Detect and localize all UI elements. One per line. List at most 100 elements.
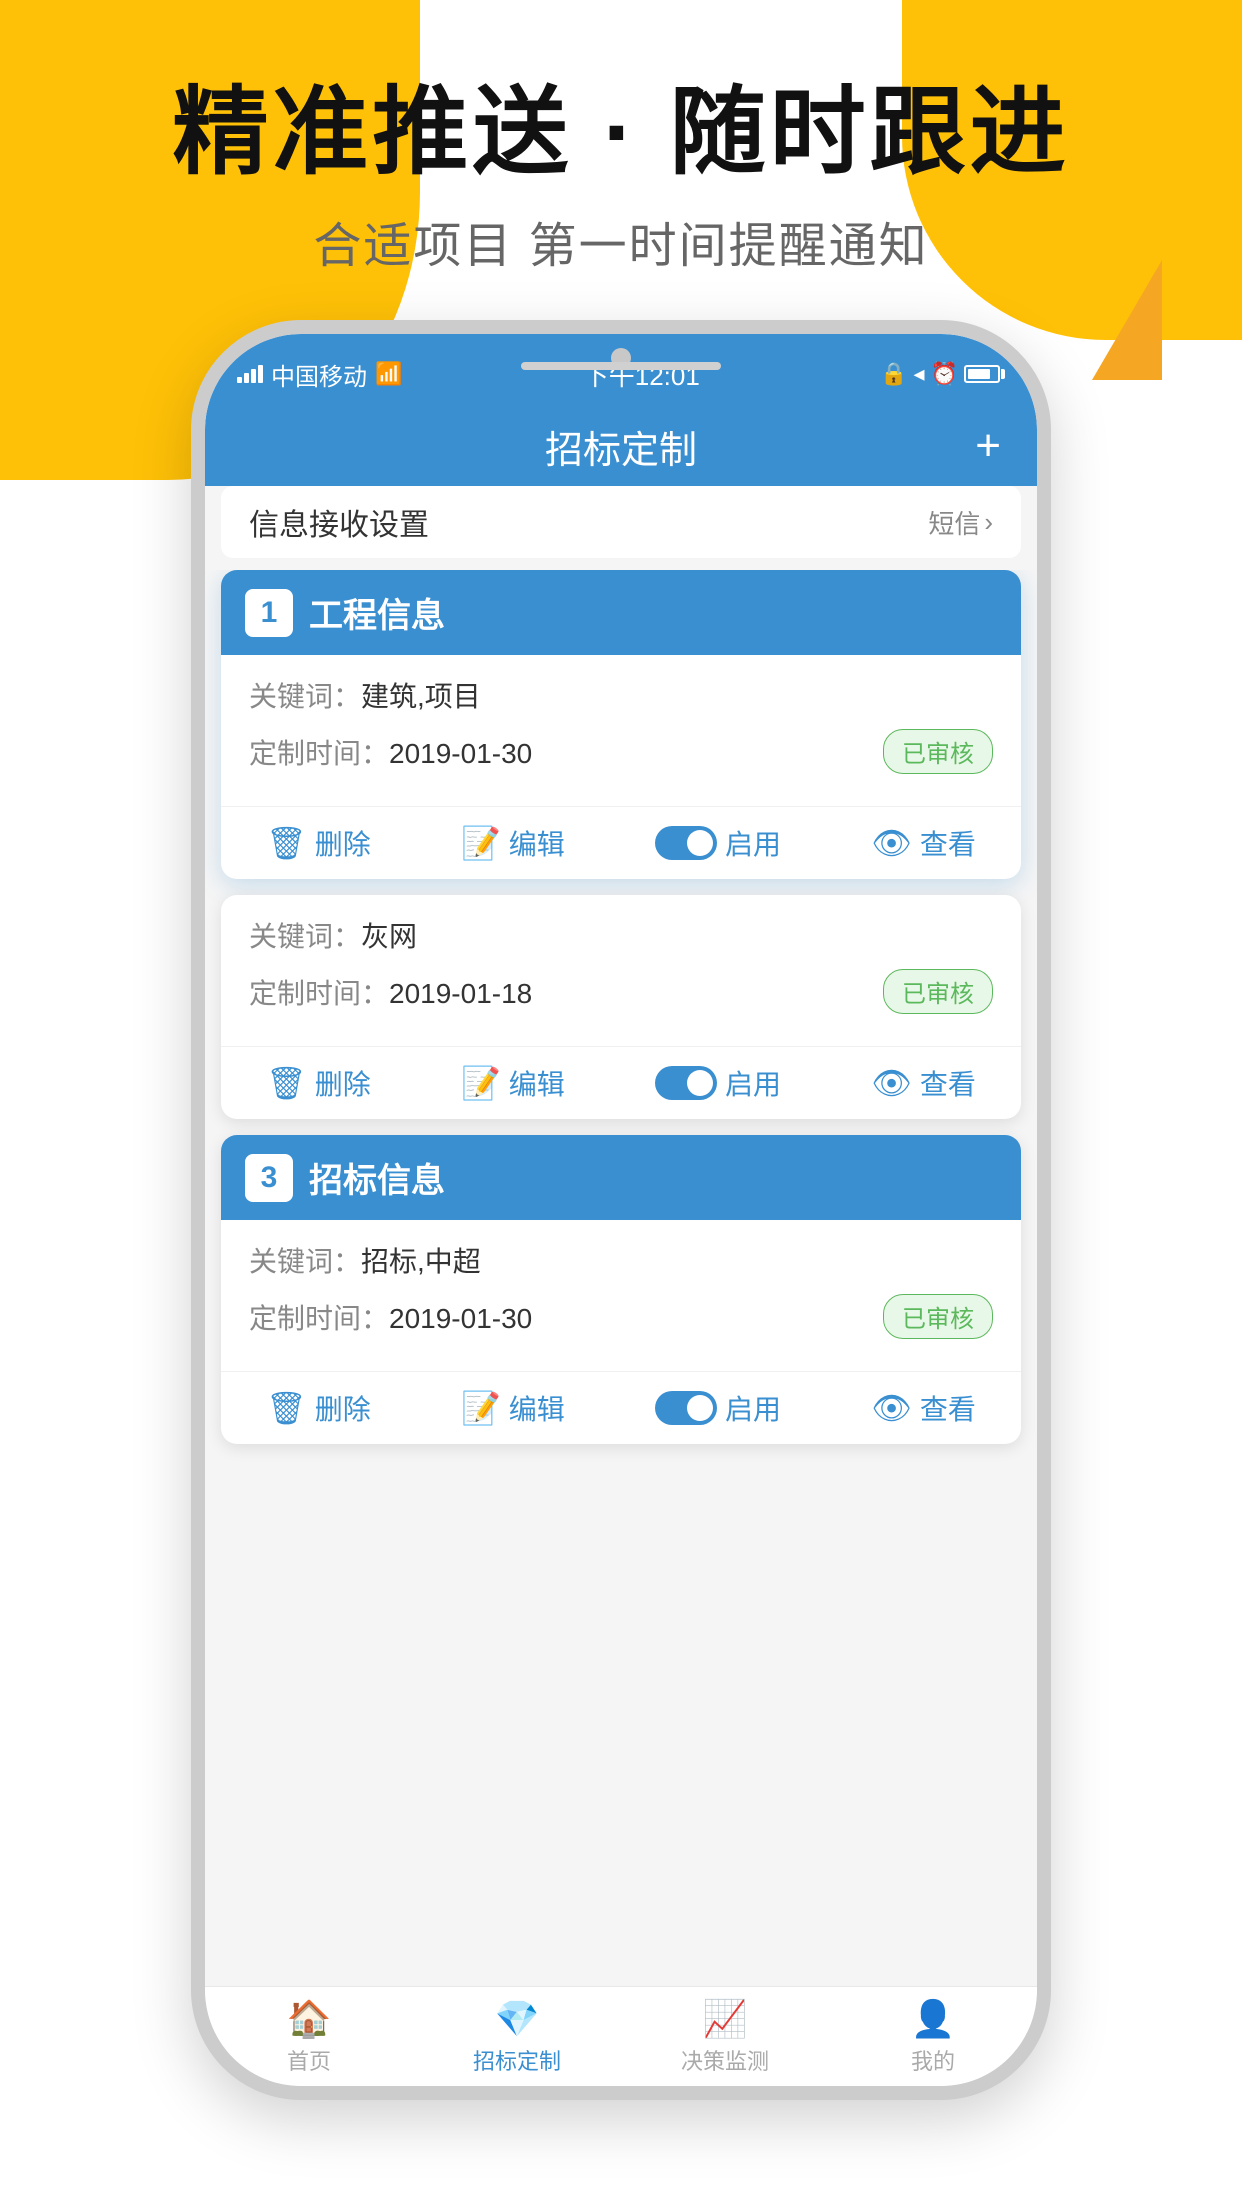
edit-label-1: 编辑 <box>509 823 565 863</box>
card-3-time: 定制时间：2019-01-30 <box>249 1297 532 1337</box>
phone-mockup: 中国移动 📶 下午12:01 🔒 ◂ ⏰ <box>191 320 1051 2100</box>
edit-button-2[interactable]: 📝 编辑 <box>461 1063 565 1103</box>
phone-notch <box>521 362 721 370</box>
view-label-2: 查看 <box>920 1063 976 1103</box>
enable-button-1[interactable]: 启用 <box>655 823 781 863</box>
nav-label-home: 首页 <box>287 2044 331 2076</box>
add-button[interactable]: + <box>975 421 1001 471</box>
nav-label-bidding: 招标定制 <box>473 2044 561 2076</box>
card-1-badge: 已审核 <box>883 729 993 774</box>
delete-button-1[interactable]: 🗑 删除 <box>266 823 371 863</box>
hero-title-part2: 随时跟进 <box>670 79 1070 186</box>
hero-subtitle: 合适项目 第一时间提醒通知 <box>0 206 1242 276</box>
nav-label-monitor: 决策监测 <box>681 2044 769 2076</box>
status-bar: 中国移动 📶 下午12:01 🔒 ◂ ⏰ <box>205 334 1037 406</box>
hero-section: 精准推送 · 随时跟进 合适项目 第一时间提醒通知 <box>0 80 1242 276</box>
enable-button-2[interactable]: 启用 <box>655 1063 781 1103</box>
location-icon: ◂ <box>914 361 925 387</box>
card-1-time-label: 定制时间：2019-01-30 <box>249 732 532 772</box>
view-button-3[interactable]: 👁 查看 <box>871 1388 976 1428</box>
toggle-3[interactable] <box>655 1391 717 1425</box>
edit-label-2: 编辑 <box>509 1063 565 1103</box>
status-left: 中国移动 📶 <box>237 357 402 392</box>
nav-item-monitor[interactable]: 📈 决策监测 <box>621 1998 829 2076</box>
card-2-keywords: 关键词：灰网 <box>249 915 417 955</box>
nav-item-profile[interactable]: 👤 我的 <box>829 1998 1037 2076</box>
card-1-actions: 🗑 删除 📝 编辑 启用 👁 查看 <box>221 806 1021 879</box>
view-label-3: 查看 <box>920 1388 976 1428</box>
nav-bar: 招标定制 + <box>205 406 1037 486</box>
enable-label-3: 启用 <box>725 1388 781 1428</box>
card-3-keywords: 关键词：招标,中超 <box>249 1240 481 1280</box>
toggle-1[interactable] <box>655 826 717 860</box>
nav-item-home[interactable]: 🏠 首页 <box>205 1998 413 2076</box>
enable-label-1: 启用 <box>725 823 781 863</box>
delete-label-2: 删除 <box>315 1063 371 1103</box>
edit-button-3[interactable]: 📝 编辑 <box>461 1388 565 1428</box>
card-1: 1 工程信息 关键词：建筑,项目 定制时间：2019-01-30 已审核 <box>221 570 1021 879</box>
monitor-icon: 📈 <box>703 1998 748 2040</box>
delete-button-3[interactable]: 🗑 删除 <box>266 1388 371 1428</box>
nav-item-bidding[interactable]: 💎 招标定制 <box>413 1998 621 2076</box>
toggle-2[interactable] <box>655 1066 717 1100</box>
bottom-nav: 🏠 首页 💎 招标定制 📈 决策监测 👤 我的 <box>205 1986 1037 2086</box>
view-icon-3: 👁 <box>871 1389 912 1427</box>
content-area: 1 工程信息 关键词：建筑,项目 定制时间：2019-01-30 已审核 <box>205 570 1037 1986</box>
card-1-number: 1 <box>245 589 293 637</box>
card-2-badge: 已审核 <box>883 969 993 1014</box>
status-right: 🔒 ◂ ⏰ <box>880 361 1005 387</box>
view-button-1[interactable]: 👁 查看 <box>871 823 976 863</box>
card-1-keywords-row: 关键词：建筑,项目 <box>249 675 993 715</box>
card-3-actions: 🗑 删除 📝 编辑 启用 👁 查看 <box>221 1371 1021 1444</box>
edit-icon-1: 📝 <box>461 824 501 862</box>
card-3-number: 3 <box>245 1154 293 1202</box>
hero-title-part1: 精准推送 <box>172 79 572 186</box>
edit-icon-3: 📝 <box>461 1389 501 1427</box>
carrier-label: 中国移动 <box>271 357 367 392</box>
card-2: 关键词：灰网 定制时间：2019-01-18 已审核 🗑 删除 <box>221 895 1021 1119</box>
card-3-keywords-row: 关键词：招标,中超 <box>249 1240 993 1280</box>
bg-triangle <box>1092 260 1162 380</box>
nav-title: 招标定制 <box>545 419 697 474</box>
card-3-header: 3 招标信息 <box>221 1135 1021 1220</box>
card-3-time-row: 定制时间：2019-01-30 已审核 <box>249 1294 993 1339</box>
enable-label-2: 启用 <box>725 1063 781 1103</box>
delete-label-1: 删除 <box>315 823 371 863</box>
card-1-body: 关键词：建筑,项目 定制时间：2019-01-30 已审核 <box>221 655 1021 798</box>
phone-body: 中国移动 📶 下午12:01 🔒 ◂ ⏰ <box>191 320 1051 2100</box>
battery-icon <box>964 365 1005 383</box>
info-settings-label: 信息接收设置 <box>249 500 429 544</box>
signal-icon <box>237 365 263 383</box>
delete-icon-2: 🗑 <box>266 1064 307 1102</box>
wifi-icon: 📶 <box>375 361 402 387</box>
card-2-keywords-row: 关键词：灰网 <box>249 915 993 955</box>
delete-label-3: 删除 <box>315 1388 371 1428</box>
card-3-title: 招标信息 <box>309 1153 445 1202</box>
card-2-time: 定制时间：2019-01-18 <box>249 972 532 1012</box>
edit-button-1[interactable]: 📝 编辑 <box>461 823 565 863</box>
hero-title: 精准推送 · 随时跟进 <box>0 80 1242 186</box>
hero-dot: · <box>603 79 639 186</box>
phone-screen: 中国移动 📶 下午12:01 🔒 ◂ ⏰ <box>205 334 1037 2086</box>
home-icon: 🏠 <box>287 1998 332 2040</box>
card-1-time-row: 定制时间：2019-01-30 已审核 <box>249 729 993 774</box>
delete-button-2[interactable]: 🗑 删除 <box>266 1063 371 1103</box>
lock-icon: 🔒 <box>880 361 907 387</box>
nav-label-profile: 我的 <box>911 2044 955 2076</box>
info-settings-value: 短信 › <box>928 504 993 541</box>
view-label-1: 查看 <box>920 823 976 863</box>
card-3-badge: 已审核 <box>883 1294 993 1339</box>
view-icon-1: 👁 <box>871 824 912 862</box>
card-1-title: 工程信息 <box>309 588 445 637</box>
card-1-keywords-label: 关键词：建筑,项目 <box>249 675 481 715</box>
card-2-time-row: 定制时间：2019-01-18 已审核 <box>249 969 993 1014</box>
card-1-header: 1 工程信息 <box>221 570 1021 655</box>
view-icon-2: 👁 <box>871 1064 912 1102</box>
info-settings-row[interactable]: 信息接收设置 短信 › <box>221 486 1021 558</box>
edit-label-3: 编辑 <box>509 1388 565 1428</box>
card-2-actions: 🗑 删除 📝 编辑 启用 👁 查看 <box>221 1046 1021 1119</box>
delete-icon-3: 🗑 <box>266 1389 307 1427</box>
edit-icon-2: 📝 <box>461 1064 501 1102</box>
enable-button-3[interactable]: 启用 <box>655 1388 781 1428</box>
view-button-2[interactable]: 👁 查看 <box>871 1063 976 1103</box>
